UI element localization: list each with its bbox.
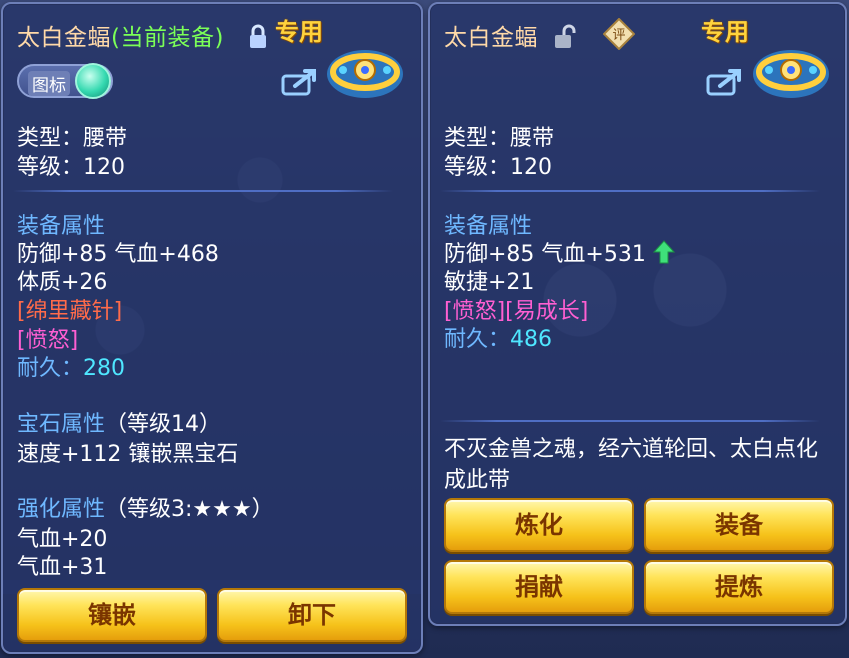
durability-line: 耐久：486 — [444, 321, 552, 353]
donate-button[interactable]: 捐献 — [444, 560, 634, 614]
enhance-title-line: 强化属性（等级3:★★★） — [17, 491, 274, 523]
up-arrow-icon — [652, 240, 675, 264]
divider — [13, 190, 393, 192]
compare-equipment-tooltip: 太白金蝠 评 专用 类型：腰带 等级：120 装备属性 防御+85 气血+531… — [428, 2, 847, 626]
item-title: 太白金蝠 — [444, 18, 538, 52]
equip-button[interactable]: 装备 — [644, 498, 834, 552]
item-name: 太白金蝠 — [17, 25, 111, 51]
special-effect-1: [绵里藏针] — [17, 299, 123, 324]
type-line: 类型：腰带 — [17, 126, 128, 151]
durability-line: 耐久：280 — [17, 350, 125, 382]
eval-badge-text: 评 — [612, 28, 625, 43]
durability-value: 486 — [510, 327, 553, 352]
equipped-tag: (当前装备) — [111, 25, 224, 51]
exclusive-tag: 专用 — [701, 18, 749, 46]
share-icon[interactable] — [706, 66, 744, 96]
refine-button[interactable]: 炼化 — [444, 498, 634, 552]
unequip-button[interactable]: 卸下 — [217, 588, 407, 642]
share-icon[interactable] — [281, 66, 319, 96]
gem-title: 宝石属性 — [17, 412, 106, 437]
gem-line: 速度+112 镶嵌黑宝石 — [17, 442, 239, 467]
durability-label: 耐久： — [444, 327, 511, 352]
unlock-icon[interactable] — [553, 24, 577, 50]
enhance-line-2: 气血+31 — [17, 555, 108, 580]
gem-title-line: 宝石属性（等级14） — [17, 406, 221, 438]
item-name: 太白金蝠 — [444, 25, 538, 51]
type-line: 类型：腰带 — [444, 126, 555, 151]
durability-label: 耐久： — [17, 356, 84, 381]
lock-icon — [250, 24, 266, 48]
icon-toggle[interactable]: 图标 — [17, 63, 113, 99]
enhance-title: 强化属性 — [17, 497, 106, 522]
divider — [440, 420, 820, 422]
attr-line-2: 敏捷+21 — [444, 270, 535, 295]
level-line: 等级：120 — [17, 155, 125, 180]
toggle-knob-icon — [75, 63, 111, 99]
item-description: 不灭金兽之魂，经六道轮回、太白点化成此带 — [444, 437, 819, 493]
eval-badge-icon[interactable]: 评 — [603, 18, 635, 50]
inlay-button[interactable]: 镶嵌 — [17, 588, 207, 642]
divider — [440, 190, 820, 192]
extract-button[interactable]: 提炼 — [644, 560, 834, 614]
attr-line-2: 体质+26 — [17, 270, 108, 295]
level-line: 等级：120 — [444, 155, 552, 180]
belt-item-icon[interactable] — [751, 40, 831, 102]
item-title: 太白金蝠(当前装备) — [17, 18, 224, 52]
current-equipment-tooltip: 太白金蝠(当前装备) 专用 图标 类型：腰带 等级：120 装备属性 防御+85… — [1, 2, 423, 654]
belt-item-icon[interactable] — [325, 40, 405, 102]
icon-toggle-label: 图标 — [28, 71, 70, 96]
exclusive-tag: 专用 — [275, 18, 323, 46]
durability-value: 280 — [83, 356, 126, 381]
gem-level: （等级14） — [105, 412, 222, 437]
enhance-level: （等级3:★★★） — [105, 497, 274, 522]
